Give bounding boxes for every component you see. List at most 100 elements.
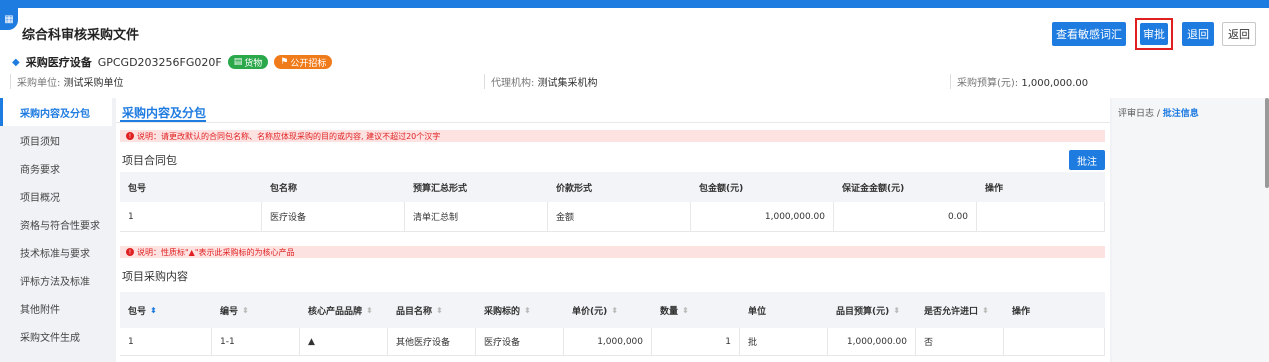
sort-icon[interactable]: ⬍: [524, 306, 531, 315]
col-header-sortable[interactable]: 采购标的 ⬍: [476, 292, 564, 328]
table-cell: 批: [740, 328, 828, 355]
col-header-label: 是否允许进口: [924, 306, 979, 317]
sidebar-item-overview[interactable]: 项目概况: [0, 182, 112, 210]
approve-button-highlight: 审批: [1135, 18, 1173, 50]
col-header-sortable[interactable]: 是否允许进口 ⬍: [916, 292, 1004, 328]
col-header-sortable[interactable]: 数量 ⬍: [652, 292, 740, 328]
table-cell: 1: [120, 328, 212, 355]
page-title: 综合科审核采购文件: [22, 28, 140, 43]
col-header: 操作: [985, 183, 1004, 194]
table-cell: 1-1: [212, 328, 300, 355]
col-header-label: 核心产品品牌: [308, 306, 363, 317]
review-panel-tabs: 评审日志 / 批注信息: [1118, 106, 1199, 119]
sidebar-item-business[interactable]: 商务要求: [0, 154, 112, 182]
sidebar-item-qualification[interactable]: 资格与符合性要求: [0, 210, 112, 238]
goods-tag-label: 货物: [244, 58, 263, 69]
app-grid-icon[interactable]: ▦: [0, 8, 18, 30]
col-header-sortable[interactable]: 品目名称 ⬍: [388, 292, 476, 328]
table-cell: 金额: [548, 202, 691, 231]
table-cell: 1,000,000: [564, 328, 652, 355]
notice-contract: ! 说明：请更改默认的合同包名称、名称应体现采购的目的或内容, 建议不超过20个…: [120, 130, 1105, 142]
col-header: 包名称: [270, 183, 298, 194]
table-cell: 医疗设备: [476, 328, 564, 355]
bid-type-tag: ⚑ 公开招标: [274, 55, 333, 69]
sort-icon[interactable]: ⬍: [982, 306, 989, 315]
col-header: 单位: [748, 306, 767, 317]
table-header-row: 包号 ⬍ 编号 ⬍ 核心产品品牌 ⬍ 品目名称 ⬍ 采购标的 ⬍ 单价(元) ⬍ 数量 ⬍ 单…: [120, 292, 1105, 328]
sort-icon[interactable]: ⬍: [611, 306, 618, 315]
col-header-label: 采购标的: [484, 306, 521, 317]
col-header: 价款形式: [556, 183, 593, 194]
col-header: 操作: [1012, 306, 1031, 317]
warning-icon: !: [126, 132, 134, 140]
table-cell-actions: [977, 202, 1105, 231]
section-title: 采购内容及分包: [122, 106, 207, 120]
annotate-button[interactable]: 批注: [1069, 150, 1105, 170]
top-accent-bar: [0, 0, 1269, 8]
purchase-budget: 采购预算(元): 1,000,000.00: [950, 74, 1088, 89]
table-cell: 1,000,000.00: [691, 202, 834, 231]
sidebar-item-evaluation[interactable]: 评标方法及标准: [0, 266, 112, 294]
back-button[interactable]: 返回: [1222, 22, 1256, 46]
sidebar: 采购内容及分包 项目须知 商务要求 项目概况 资格与符合性要求 技术标准与要求 …: [0, 98, 112, 362]
sort-icon[interactable]: ⬍: [682, 306, 689, 315]
col-header-label: 品目预算(元): [836, 306, 890, 317]
contract-package-title: 项目合同包: [122, 154, 177, 167]
col-header-sortable[interactable]: 单价(元) ⬍: [564, 292, 652, 328]
col-header-sortable[interactable]: 编号 ⬍: [212, 292, 300, 328]
table-cell: 否: [916, 328, 1004, 355]
goods-tag-icon: ▤: [233, 57, 243, 67]
sidebar-item-technical[interactable]: 技术标准与要求: [0, 238, 112, 266]
col-header-sortable[interactable]: 包号 ⬍: [120, 292, 212, 328]
budget-label: 采购预算(元):: [957, 78, 1019, 89]
col-header: 包金额(元): [699, 183, 744, 194]
tab-review-log[interactable]: 评审日志 /: [1118, 109, 1160, 119]
bid-tag-icon: ⚑: [280, 57, 289, 67]
col-header-sortable[interactable]: 核心产品品牌 ⬍: [300, 292, 388, 328]
sort-icon[interactable]: ⬍: [436, 306, 443, 315]
approve-button[interactable]: 审批: [1140, 23, 1168, 45]
col-header: 保证金金额(元): [842, 183, 905, 194]
table-cell: 医疗设备: [262, 202, 405, 231]
col-header-label: 品目名称: [396, 306, 433, 317]
sort-icon[interactable]: ⬍: [150, 306, 157, 315]
warning-icon: !: [126, 248, 134, 256]
layers-icon: ◆: [12, 56, 20, 68]
section-divider: [116, 122, 1110, 123]
notice-contract-text: 说明：请更改默认的合同包名称、名称应体现采购的目的或内容, 建议不超过20个汉字: [137, 131, 441, 141]
table-cell-actions: [1004, 328, 1105, 355]
table-cell: 1,000,000.00: [828, 328, 916, 355]
scrollbar[interactable]: [1265, 98, 1269, 188]
col-header-sortable[interactable]: 品目预算(元) ⬍: [828, 292, 916, 328]
review-panel: 评审日志 / 批注信息: [1112, 98, 1269, 362]
table-cell: 清单汇总制: [405, 202, 548, 231]
sort-icon[interactable]: ⬍: [893, 306, 900, 315]
core-product-marker: ▲: [300, 328, 388, 355]
agency: 代理机构: 测试集采机构: [484, 74, 598, 89]
sort-icon[interactable]: ⬍: [366, 306, 373, 315]
sidebar-item-attachments[interactable]: 其他附件: [0, 294, 112, 322]
sidebar-item-notice[interactable]: 项目须知: [0, 126, 112, 154]
view-sensitive-words-button[interactable]: 查看敏感词汇: [1052, 22, 1126, 46]
budget-value: 1,000,000.00: [1021, 78, 1089, 89]
purchase-content-title: 项目采购内容: [122, 270, 188, 283]
project-info: ◆ 采购医疗设备 GPCGD203256FG020F ▤ 货物 ⚑ 公开招标: [12, 54, 333, 70]
agency-label: 代理机构:: [491, 78, 535, 89]
sort-icon[interactable]: ⬍: [242, 306, 249, 315]
main-content: 采购内容及分包 ! 说明：请更改默认的合同包名称、名称应体现采购的目的或内容, …: [116, 98, 1110, 362]
col-header: 预算汇总形式: [413, 183, 468, 194]
col-header-label: 编号: [220, 306, 239, 317]
table-cell: 1: [120, 202, 262, 231]
sidebar-item-content[interactable]: 采购内容及分包: [0, 98, 112, 126]
col-header-label: 数量: [660, 306, 679, 317]
goods-tag: ▤ 货物: [227, 55, 269, 69]
purchase-unit: 采购单位: 测试采购单位: [10, 74, 124, 89]
purchase-unit-value: 测试采购单位: [63, 78, 124, 89]
tab-annotation-info[interactable]: 批注信息: [1163, 109, 1199, 119]
col-header-label: 单价(元): [572, 306, 608, 317]
reject-button[interactable]: 退回: [1182, 22, 1214, 46]
section-title-underline: [120, 120, 206, 122]
project-name: 采购医疗设备: [25, 56, 92, 69]
sidebar-item-generate[interactable]: 采购文件生成: [0, 322, 112, 350]
table-header-row: 包号 包名称 预算汇总形式 价款形式 包金额(元) 保证金金额(元) 操作: [120, 172, 1105, 202]
